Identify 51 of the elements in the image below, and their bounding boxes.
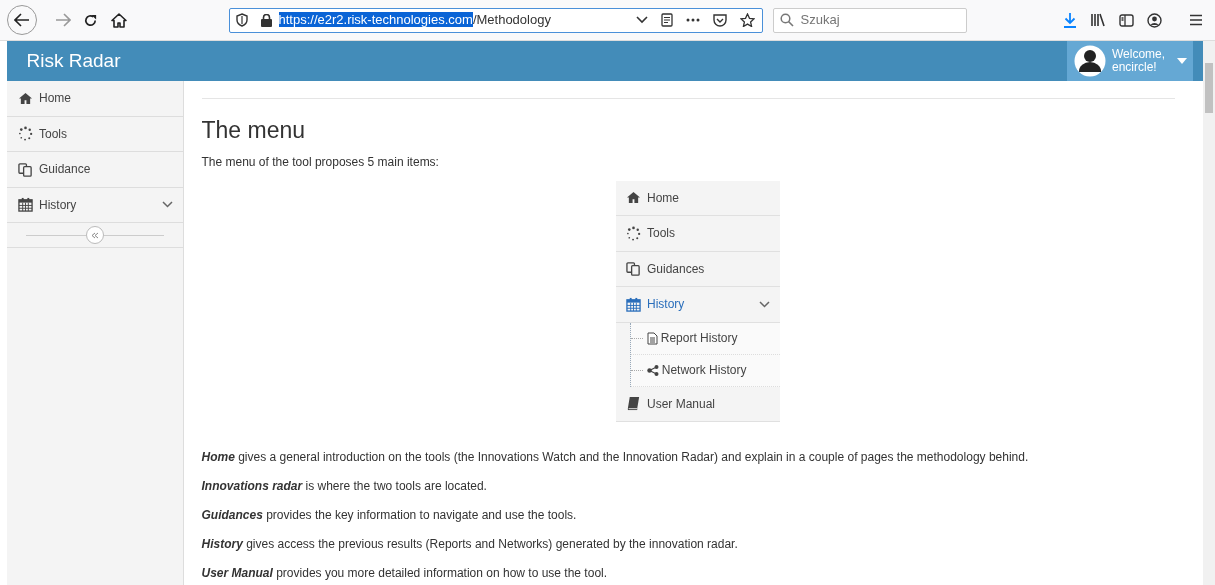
submenu-item: Report History [630, 322, 780, 355]
page-title: The menu [201, 117, 307, 145]
search-icon [780, 13, 794, 27]
forward-icon [54, 13, 71, 27]
dotted-circle-icon [17, 126, 33, 142]
home-icon [110, 12, 127, 28]
chevron-down-icon [758, 300, 770, 308]
copy-pages-icon [17, 161, 33, 177]
pocket-icon[interactable] [713, 13, 727, 27]
url-text: https://e2r2.risk-technologies.com/Methodology [278, 11, 551, 30]
description-text: Home gives a general introduction on the tools (the Innovations Watch and the Innovation Radar) and explain in a couple of pages the methodology behind. [201, 449, 1030, 467]
reload-icon [83, 12, 98, 28]
chevron-down-icon[interactable] [636, 16, 648, 24]
more-icon[interactable] [686, 18, 700, 22]
home-icon [17, 91, 33, 105]
lock-icon [261, 13, 272, 27]
avatar-icon [1073, 45, 1106, 77]
chevron-down-icon [161, 201, 173, 209]
book-icon [625, 396, 641, 412]
menu-icon[interactable] [1188, 14, 1203, 26]
home-icon [625, 191, 641, 205]
caret-icon [1176, 58, 1187, 64]
description-text: Guidances provides the key information to navigate and use the tools. [201, 507, 578, 525]
share-nodes-icon [646, 364, 659, 376]
search-box[interactable]: Szukaj [772, 7, 967, 33]
calendar-icon [17, 197, 33, 213]
copy-pages-icon [625, 261, 641, 277]
dotted-circle-icon [625, 225, 641, 241]
document-icon [646, 331, 658, 345]
back-icon [13, 13, 30, 27]
sidebar-item[interactable]: Home [6, 81, 183, 117]
app-title: Risk Radar [25, 48, 121, 73]
account-icon[interactable] [1146, 12, 1162, 28]
scrollbar[interactable] [1203, 41, 1215, 585]
address-bar[interactable]: https://e2r2.risk-technologies.com/Methodology [228, 7, 763, 33]
sidebar-item[interactable]: History [6, 187, 183, 223]
sidebar-item[interactable]: Guidance [6, 152, 183, 188]
library-icon[interactable] [1089, 13, 1106, 27]
description-text: Innovations radar is where the two tools are located. [201, 478, 488, 496]
sidebar-icon[interactable] [1118, 13, 1134, 27]
reader-view-icon[interactable] [661, 13, 673, 27]
shield-icon [236, 13, 248, 27]
submenu-item: Network History [630, 354, 780, 387]
description-text: User Manual provides you more detailed information on how to use the tool. [201, 565, 609, 583]
star-icon[interactable] [740, 13, 755, 27]
description-text: History gives access the previous results (Reports and Networks) generated by the innovation radar. [201, 536, 739, 554]
double-chevron-left-icon [90, 231, 99, 239]
sidebar-item[interactable]: Tools [6, 116, 183, 152]
calendar-icon [625, 296, 641, 312]
download-icon[interactable] [1062, 12, 1077, 28]
intro-text: The menu of the tool proposes 5 main items: [201, 153, 440, 171]
